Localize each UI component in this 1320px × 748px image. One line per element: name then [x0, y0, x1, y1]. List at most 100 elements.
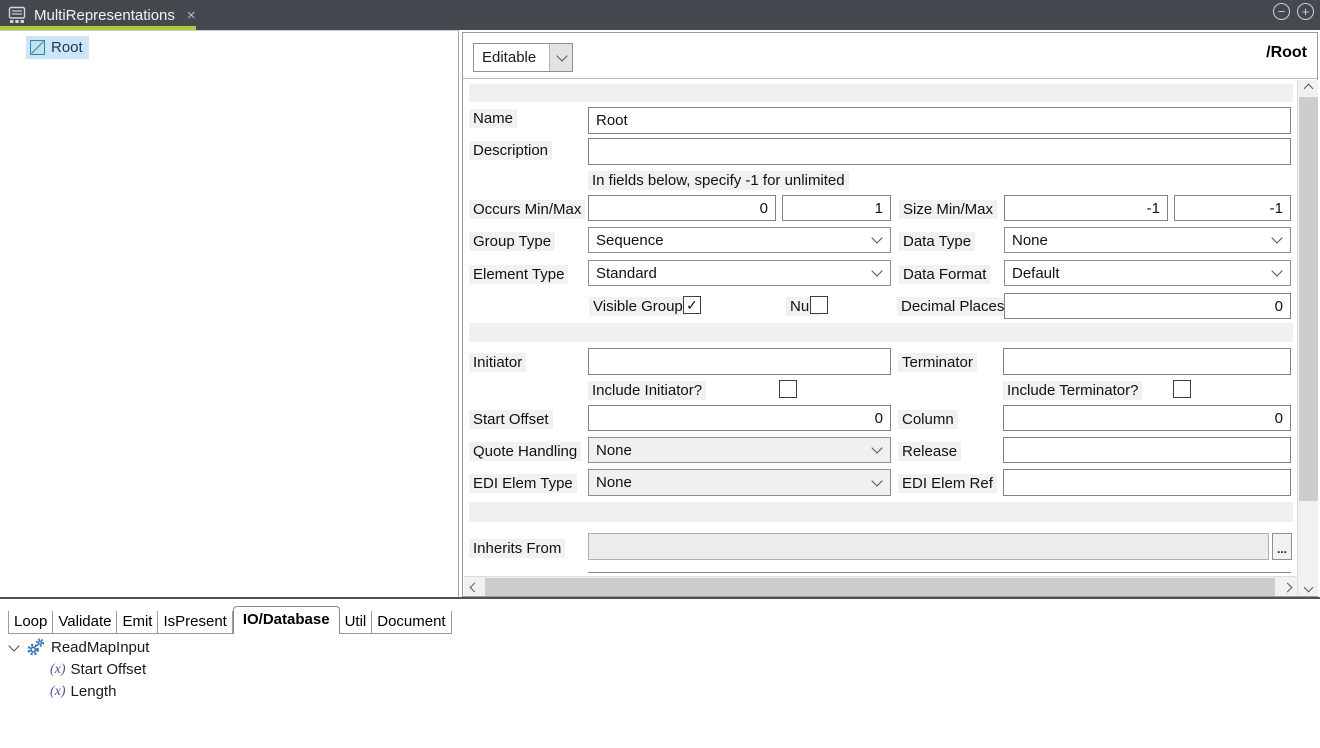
schema-tree-panel: Root: [0, 30, 459, 597]
decimal-places-label: Decimal Places: [897, 297, 1008, 316]
scroll-down-button[interactable]: [1298, 579, 1319, 596]
release-input[interactable]: [1003, 437, 1291, 463]
data-type-select[interactable]: None: [1004, 227, 1291, 253]
function-gears-icon: [26, 638, 45, 657]
unlimited-info-text: In fields below, specify -1 for unlimite…: [588, 171, 849, 190]
chevron-left-icon: [469, 582, 479, 592]
scroll-right-button[interactable]: [1277, 577, 1297, 597]
horizontal-scrollbar[interactable]: [464, 576, 1297, 596]
group-type-label: Group Type: [469, 232, 555, 251]
description-input[interactable]: [588, 138, 1291, 165]
titlebar: MultiRepresentations × − +: [0, 0, 1320, 30]
section-divider: [469, 84, 1293, 102]
start-offset-input[interactable]: 0: [588, 405, 891, 431]
variable-icon: (x): [50, 684, 66, 700]
properties-panel: Editable /Root Name Root Description In …: [462, 32, 1318, 597]
tree-item-readmapinput-label: ReadMapInput: [51, 639, 149, 656]
null-checkbox[interactable]: [810, 296, 828, 314]
tab-validate[interactable]: Validate: [53, 611, 117, 634]
tab-close-icon[interactable]: ×: [187, 8, 196, 23]
edi-elem-type-select[interactable]: None: [588, 469, 891, 496]
description-label: Description: [469, 141, 552, 160]
chevron-up-icon: [1304, 84, 1314, 94]
tree-item-start-offset-label: Start Offset: [71, 661, 147, 678]
chevron-down-icon: [1271, 232, 1282, 243]
vertical-scrollbar-thumb[interactable]: [1299, 97, 1318, 501]
name-label: Name: [469, 109, 517, 128]
initiator-input[interactable]: [588, 348, 891, 375]
decimal-places-input[interactable]: 0: [1004, 293, 1291, 319]
inherits-from-browse-button[interactable]: ...: [1272, 533, 1292, 560]
size-max-input[interactable]: -1: [1174, 195, 1291, 221]
tab-ispresent[interactable]: IsPresent: [158, 611, 232, 634]
element-type-value: Standard: [596, 265, 657, 282]
data-format-select[interactable]: Default: [1004, 260, 1291, 286]
application-window: MultiRepresentations × − + Root Editable: [0, 0, 1320, 748]
horizontal-scrollbar-thumb[interactable]: [485, 578, 1275, 596]
edi-elem-ref-input[interactable]: [1003, 469, 1291, 496]
terminator-input[interactable]: [1003, 348, 1291, 375]
node-path-label: /Root: [1266, 44, 1307, 62]
edit-mode-value: Editable: [474, 49, 536, 66]
quote-handling-value: None: [596, 442, 632, 459]
column-label: Column: [898, 410, 958, 429]
visible-group-label: Visible Group: [589, 297, 687, 316]
document-tab-title: MultiRepresentations: [34, 7, 175, 24]
tree-item-root[interactable]: Root: [26, 36, 89, 59]
inherits-from-input[interactable]: [588, 533, 1269, 560]
include-terminator-checkbox[interactable]: [1173, 380, 1191, 398]
tab-loop[interactable]: Loop: [8, 611, 53, 634]
function-panel: Loop Validate Emit IsPresent IO/Database…: [0, 599, 1320, 748]
include-initiator-label: Include Initiator?: [588, 381, 706, 400]
vertical-scrollbar[interactable]: [1297, 80, 1318, 596]
zoom-out-button[interactable]: −: [1273, 3, 1290, 20]
initiator-label: Initiator: [469, 353, 526, 372]
element-type-label: Element Type: [469, 265, 568, 284]
occurs-minmax-label: Occurs Min/Max: [469, 200, 585, 219]
combo-dropdown-button[interactable]: [549, 44, 572, 71]
tab-emit[interactable]: Emit: [117, 611, 158, 634]
chevron-down-icon: [871, 232, 882, 243]
chevron-down-icon: [871, 442, 882, 453]
start-offset-label: Start Offset: [469, 410, 553, 429]
chevron-down-icon[interactable]: [8, 640, 19, 651]
inherits-from-label: Inherits From: [469, 539, 565, 558]
group-type-select[interactable]: Sequence: [588, 227, 891, 253]
edit-mode-select[interactable]: Editable: [473, 43, 573, 72]
group-type-value: Sequence: [596, 232, 664, 249]
tab-io-database[interactable]: IO/Database: [233, 606, 340, 634]
quote-handling-label: Quote Handling: [469, 442, 581, 461]
node-icon: [30, 40, 45, 55]
tree-item-length[interactable]: (x) Length: [50, 683, 116, 700]
zoom-in-button[interactable]: +: [1297, 3, 1314, 20]
tab-document[interactable]: Document: [372, 611, 451, 634]
variable-icon: (x): [50, 662, 66, 678]
column-input[interactable]: 0: [1003, 405, 1291, 431]
element-type-select[interactable]: Standard: [588, 260, 891, 286]
tree-item-start-offset[interactable]: (x) Start Offset: [50, 661, 146, 678]
occurs-min-input[interactable]: 0: [588, 195, 776, 221]
tree-item-length-label: Length: [71, 683, 117, 700]
tree-item-readmapinput[interactable]: ReadMapInput: [10, 638, 149, 657]
map-document-icon: [8, 6, 26, 24]
quote-handling-select[interactable]: None: [588, 437, 891, 463]
scroll-up-button[interactable]: [1298, 80, 1319, 97]
data-format-label: Data Format: [899, 265, 990, 284]
section-divider: [469, 323, 1293, 342]
size-minmax-label: Size Min/Max: [899, 200, 997, 219]
chevron-down-icon: [1304, 583, 1314, 593]
visible-group-checkbox[interactable]: ✓: [683, 296, 701, 314]
size-min-input[interactable]: -1: [1004, 195, 1168, 221]
release-label: Release: [898, 442, 961, 461]
occurs-max-input[interactable]: 1: [782, 195, 891, 221]
tree-item-root-label: Root: [51, 39, 83, 56]
include-initiator-checkbox[interactable]: [779, 380, 797, 398]
chevron-down-icon: [556, 50, 567, 61]
name-input[interactable]: Root: [588, 107, 1291, 134]
tab-util[interactable]: Util: [340, 611, 373, 634]
chevron-down-icon: [871, 265, 882, 276]
data-type-value: None: [1012, 232, 1048, 249]
scroll-left-button[interactable]: [464, 577, 484, 597]
edi-elem-type-label: EDI Elem Type: [469, 474, 577, 493]
chevron-down-icon: [871, 475, 882, 486]
